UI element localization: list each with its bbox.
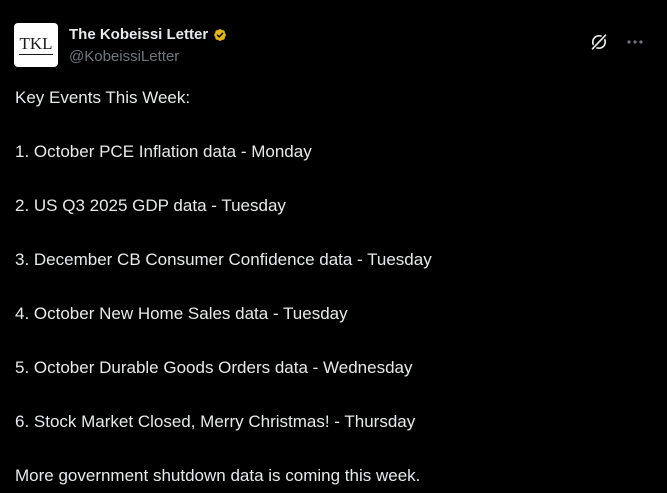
post-top-actions xyxy=(589,32,645,52)
post-text: Key Events This Week: 1. October PCE Inf… xyxy=(15,86,655,488)
list-item: 5. October Durable Goods Orders data - W… xyxy=(15,358,413,377)
list-item: 2. US Q3 2025 GDP data - Tuesday xyxy=(15,196,286,215)
list-item: 6. Stock Market Closed, Merry Christmas!… xyxy=(15,412,416,431)
avatar[interactable]: TKL xyxy=(14,23,58,67)
list-item: 3. December CB Consumer Confidence data … xyxy=(15,250,432,269)
post-intro: Key Events This Week: xyxy=(15,88,191,107)
display-name-row: The Kobeissi Letter xyxy=(69,25,229,45)
avatar-logo-text: TKL xyxy=(19,34,53,55)
display-name[interactable]: The Kobeissi Letter xyxy=(69,25,208,45)
more-options-icon[interactable] xyxy=(625,32,645,52)
list-item: 1. October PCE Inflation data - Monday xyxy=(15,142,312,161)
list-item: 4. October New Home Sales data - Tuesday xyxy=(15,304,348,323)
handle[interactable]: @KobeissiLetter xyxy=(69,47,229,67)
post-closing: More government shutdown data is coming … xyxy=(15,466,421,485)
post: TKL The Kobeissi Letter @KobeissiLetter xyxy=(0,0,667,493)
post-header: The Kobeissi Letter @KobeissiLetter xyxy=(69,25,229,67)
grok-icon[interactable] xyxy=(589,32,609,52)
verified-badge-icon[interactable] xyxy=(211,26,229,44)
